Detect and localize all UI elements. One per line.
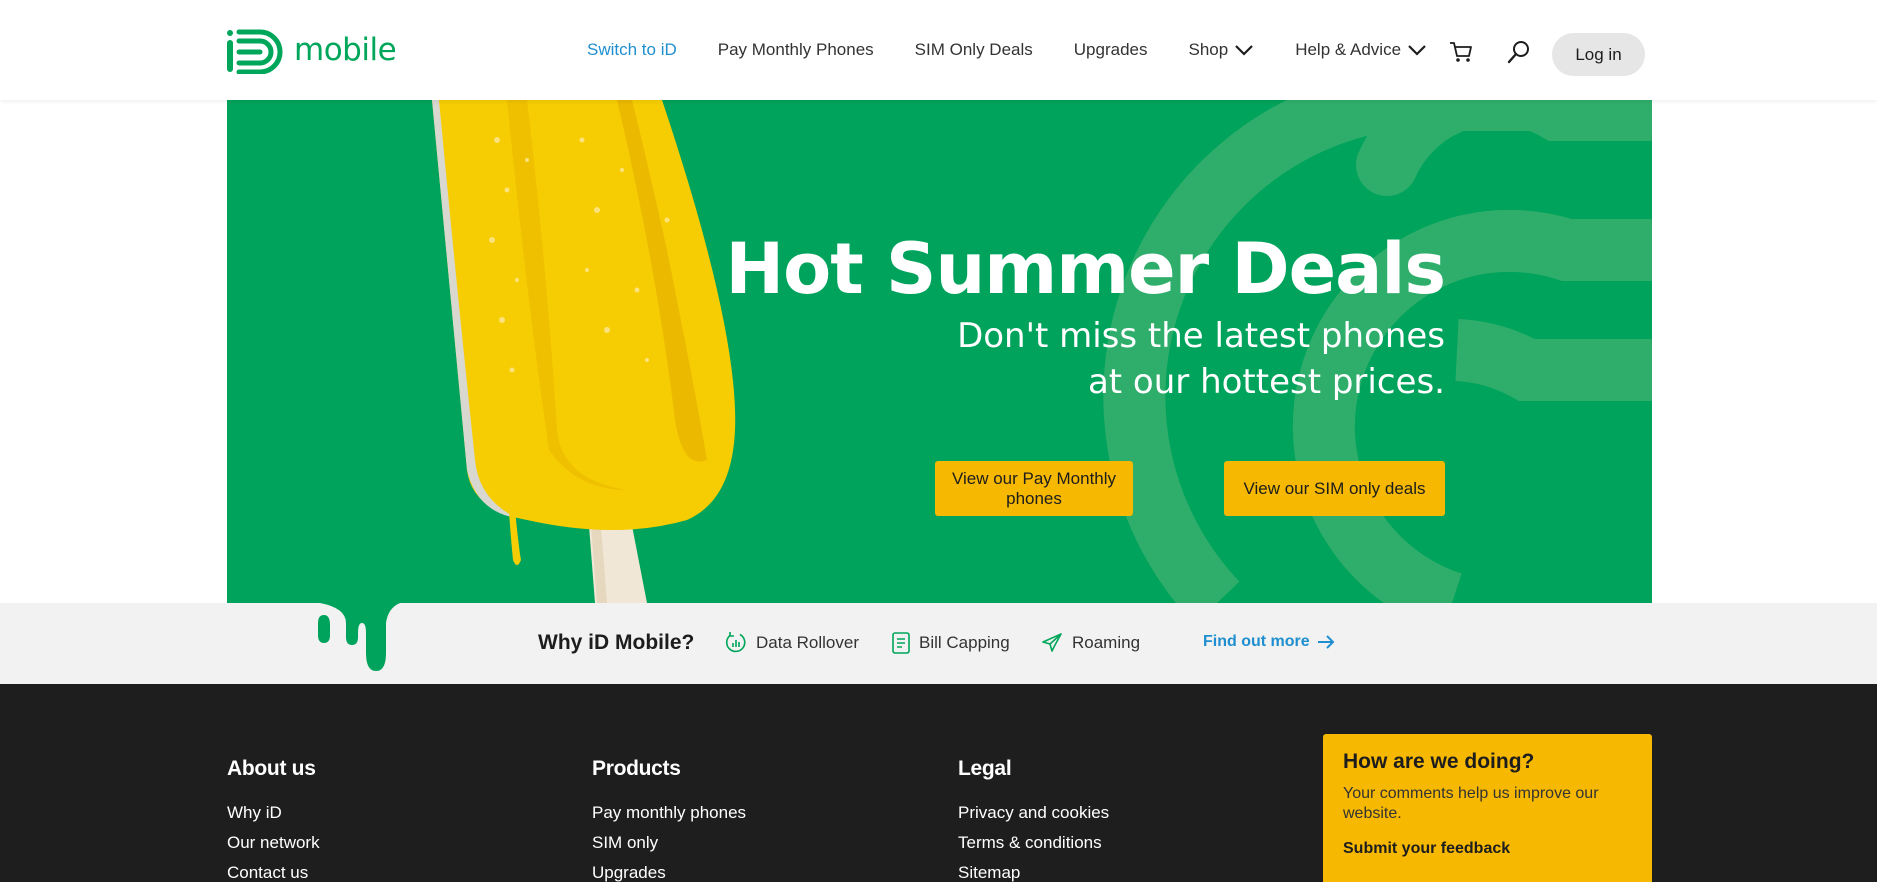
why-item-data-rollover: Data Rollover [724, 631, 859, 655]
main-nav: Switch to iD Pay Monthly Phones SIM Only… [587, 0, 1468, 100]
footer-link-sim-only[interactable]: SIM only [592, 833, 746, 863]
search-icon[interactable] [1507, 40, 1531, 64]
nav-sim-only-deals[interactable]: SIM Only Deals [915, 40, 1033, 60]
hero-subtitle: Don't miss the latest phones at our hott… [925, 313, 1445, 405]
feedback-title: How are we doing? [1343, 750, 1535, 773]
id-logo-icon [227, 29, 283, 74]
submit-feedback-link[interactable]: Submit your feedback [1343, 840, 1510, 857]
why-item-roaming: Roaming [1040, 631, 1140, 655]
footer-link-sitemap[interactable]: Sitemap [958, 863, 1109, 882]
why-id-bar: Why iD Mobile? Data Rollover Bill Cappin… [0, 603, 1877, 684]
nav-shop-label: Shop [1188, 40, 1229, 59]
sim-only-deals-button[interactable]: View our SIM only deals [1224, 461, 1445, 516]
logo[interactable]: mobile [226, 26, 397, 74]
pay-monthly-phones-button[interactable]: View our Pay Monthly phones [935, 461, 1133, 516]
hero-banner: Hot Summer Deals Don't miss the latest p… [227, 100, 1652, 603]
hero-subtitle-line2: at our hottest prices. [1087, 362, 1445, 402]
nav-help-advice[interactable]: Help & Advice [1295, 40, 1427, 60]
why-item-label: Bill Capping [919, 633, 1010, 652]
site-footer: About us Why iD Our network Contact us P… [0, 684, 1877, 882]
footer-products-title: Products [592, 757, 681, 780]
site-header: mobile Switch to iD Pay Monthly Phones S… [0, 0, 1877, 100]
footer-about-title: About us [227, 757, 316, 780]
data-rollover-icon [725, 632, 746, 653]
footer-products: Products Pay monthly phones SIM only Upg… [592, 757, 746, 882]
footer-about-us: About us Why iD Our network Contact us [227, 757, 320, 882]
feedback-box: How are we doing? Your comments help us … [1323, 734, 1652, 882]
footer-link-pay-monthly-phones[interactable]: Pay monthly phones [592, 803, 746, 833]
nav-switch-to-id[interactable]: Switch to iD [587, 40, 677, 60]
login-button[interactable]: Log in [1552, 33, 1645, 76]
nav-shop[interactable]: Shop [1188, 40, 1254, 60]
footer-legal: Legal Privacy and cookies Terms & condit… [958, 757, 1109, 882]
chevron-down-icon [1408, 45, 1426, 56]
feedback-text: Your comments help us improve our websit… [1343, 785, 1599, 822]
hero-title: Hot Summer Deals [725, 228, 1446, 310]
footer-link-upgrades[interactable]: Upgrades [592, 863, 746, 882]
find-out-more-label: Find out more [1203, 633, 1310, 650]
chevron-down-icon [1235, 45, 1253, 56]
find-out-more-link[interactable]: Find out more [1203, 633, 1336, 651]
logo-text: mobile [294, 32, 397, 68]
footer-link-contact-us[interactable]: Contact us [227, 863, 320, 882]
footer-legal-title: Legal [958, 757, 1012, 780]
plane-icon [1042, 633, 1062, 652]
footer-link-terms-conditions[interactable]: Terms & conditions [958, 833, 1109, 863]
why-item-label: Roaming [1072, 633, 1141, 652]
nav-upgrades[interactable]: Upgrades [1074, 40, 1148, 60]
footer-link-why-id[interactable]: Why iD [227, 803, 320, 833]
hero-subtitle-line1: Don't miss the latest phones [957, 316, 1445, 356]
footer-link-privacy-cookies[interactable]: Privacy and cookies [958, 803, 1109, 833]
nav-pay-monthly-phones[interactable]: Pay Monthly Phones [718, 40, 874, 60]
arrow-right-icon [1317, 635, 1335, 649]
green-drip-decoration [300, 603, 400, 671]
bill-capping-icon [892, 632, 910, 654]
cart-icon[interactable] [1449, 40, 1473, 64]
footer-link-our-network[interactable]: Our network [227, 833, 320, 863]
why-item-bill-capping: Bill Capping [891, 631, 1010, 655]
nav-help-advice-label: Help & Advice [1295, 40, 1402, 59]
why-item-label: Data Rollover [756, 633, 859, 652]
why-title: Why iD Mobile? [538, 631, 695, 654]
